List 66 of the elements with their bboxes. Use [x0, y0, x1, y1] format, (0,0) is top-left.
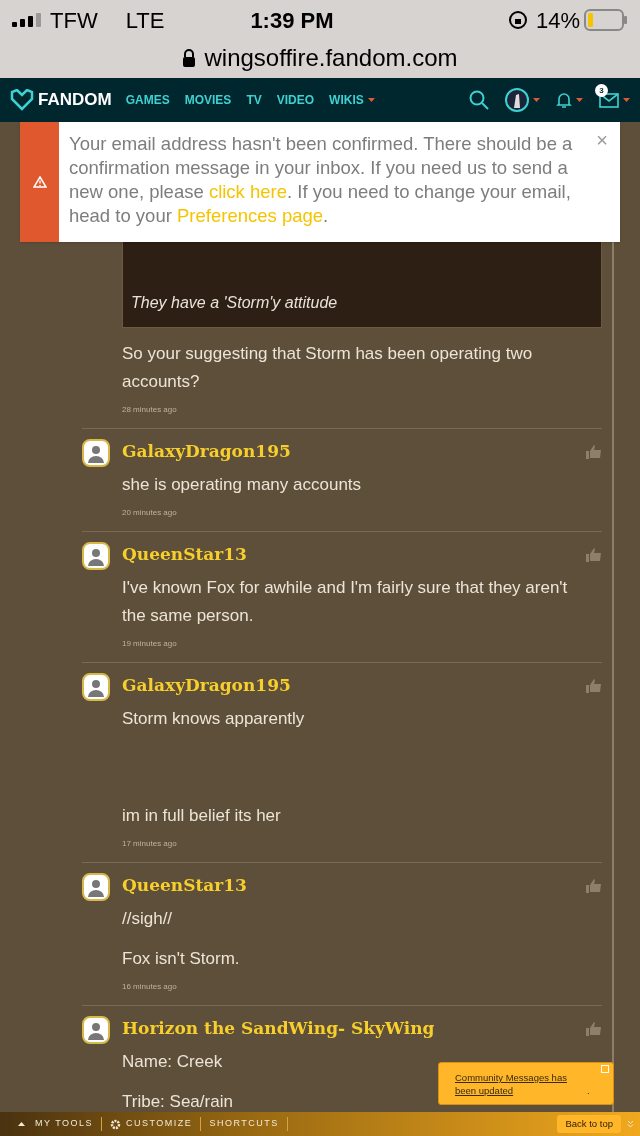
comment-text: So your suggesting that Storm has been operating two accounts?: [122, 343, 534, 393]
timestamp: 20 minutes ago: [122, 507, 178, 519]
caret-icon: [623, 98, 630, 102]
avatar: [82, 873, 110, 901]
nav-link[interactable]: MOVIES: [184, 91, 232, 109]
nav-link[interactable]: GAMES: [125, 91, 170, 109]
comment-text: Fox isn't Storm.: [122, 948, 240, 970]
comment-author[interactable]: Horizon the SandWing- SkyWing: [122, 1016, 574, 1040]
bell-icon[interactable]: [556, 91, 572, 109]
nav-link[interactable]: VIDEO: [276, 91, 315, 109]
comment-author[interactable]: GalaxyDragon195: [122, 673, 574, 697]
like-icon[interactable]: [586, 879, 602, 893]
comment-text: I've known Fox for awhile and I'm fairly sure that they aren't the same person.: [122, 577, 569, 627]
carrier: TFW: [50, 6, 98, 35]
like-icon[interactable]: [586, 548, 602, 562]
back-to-top-button[interactable]: Back to top: [557, 1115, 621, 1133]
mail-icon[interactable]: [599, 92, 619, 108]
lock-icon: [182, 49, 197, 67]
rotation-lock-icon: [507, 10, 528, 30]
caret-icon: [576, 98, 583, 102]
like-icon[interactable]: [586, 679, 602, 693]
timestamp: 17 minutes ago: [122, 838, 178, 850]
comment-author[interactable]: GalaxyDragon195: [122, 439, 574, 463]
battery-percent: 14%: [535, 6, 580, 35]
toolbar-item[interactable]: MY TOOLS: [35, 1117, 94, 1131]
warning-icon: [32, 176, 47, 188]
banner-message: Your email address hasn't been confirmed. There should be a confirmation message in your inbox. If you need us to send a new one, please click here. If you need to change your email, head to your Preferences page.: [69, 132, 574, 228]
battery-icon: [584, 9, 628, 31]
comment-text: //sigh//: [122, 908, 173, 930]
like-icon[interactable]: [586, 1022, 602, 1036]
avatar: [82, 1016, 110, 1044]
comment-text: im in full belief its her: [122, 805, 281, 827]
clock: 1:39 PM: [250, 6, 334, 35]
avatar: [82, 542, 110, 570]
comment-author[interactable]: QueenStar13: [122, 542, 574, 566]
gear-icon: [110, 1118, 122, 1130]
community-message: Community Messages has been updated .: [455, 1071, 591, 1097]
comment-text: she is operating many accounts: [122, 474, 362, 496]
timestamp: 19 minutes ago: [122, 638, 178, 650]
toolbar-item[interactable]: CUSTOMIZE: [126, 1117, 193, 1131]
avatar: [82, 439, 110, 467]
fandom-logo[interactable]: FANDOM: [38, 87, 112, 113]
comment-text: Name: Creek: [122, 1051, 223, 1073]
comment-text: Storm knows apparently: [122, 708, 305, 730]
timestamp: 28 minutes ago: [122, 404, 178, 416]
url[interactable]: wingsoffire.fandom.com: [204, 40, 458, 76]
comment-author[interactable]: QueenStar13: [122, 873, 574, 897]
close-icon[interactable]: [601, 1065, 609, 1073]
network: LTE: [125, 6, 165, 35]
community-messages-link[interactable]: Community Messages has been updated: [455, 1071, 587, 1097]
nav-link[interactable]: TV: [246, 91, 262, 109]
avatar: [82, 673, 110, 701]
chevron-down-icon[interactable]: [627, 1120, 634, 1128]
comment-text: Tribe: Sea/rain: [122, 1091, 233, 1112]
nav-link[interactable]: WIKIS: [329, 91, 375, 109]
like-icon[interactable]: [586, 445, 602, 459]
quote-text: They have a 'Storm'y attitude: [131, 293, 338, 313]
caret-up-icon: [18, 1122, 25, 1126]
toolbar-item[interactable]: SHORTCUTS: [209, 1117, 279, 1131]
notification-badge: 3: [595, 84, 608, 97]
signal-icon: [12, 13, 42, 27]
user-avatar[interactable]: [505, 88, 529, 112]
caret-icon: [533, 98, 540, 102]
search-icon[interactable]: [469, 90, 489, 110]
logo-icon[interactable]: [10, 89, 34, 111]
timestamp: 16 minutes ago: [122, 981, 178, 993]
